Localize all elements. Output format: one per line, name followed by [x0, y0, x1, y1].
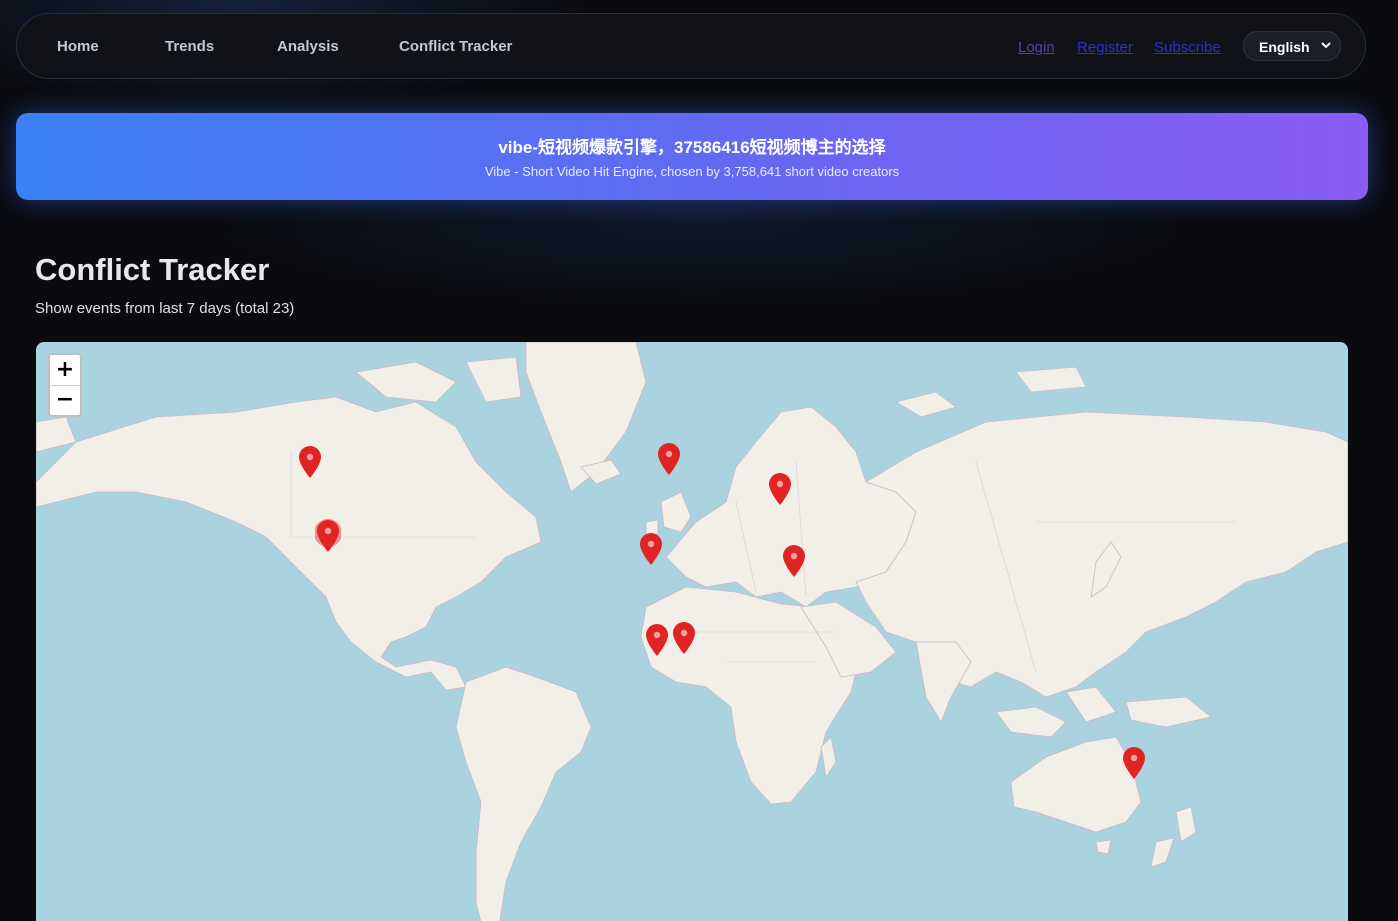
marker-usa[interactable] — [313, 518, 342, 553]
nav-trends[interactable]: Trends — [165, 38, 214, 55]
map-pin-icon — [769, 472, 792, 505]
marker-uk[interactable] — [656, 442, 682, 476]
language-select-value: English — [1259, 39, 1310, 55]
map-pin-icon — [783, 545, 806, 578]
nav-conflict-tracker[interactable]: Conflict Tracker — [399, 38, 512, 55]
marker-ukraine[interactable] — [767, 472, 793, 506]
map-pin-icon — [639, 532, 662, 565]
zoom-control: + − — [48, 353, 82, 417]
map-pin-icon — [1122, 747, 1145, 780]
banner-subtitle: Vibe - Short Video Hit Engine, chosen by… — [484, 164, 900, 179]
login-link[interactable]: Login — [1018, 39, 1055, 56]
subscribe-link[interactable]: Subscribe — [1154, 39, 1221, 56]
marker-west-africa-1[interactable] — [644, 623, 670, 657]
nav-analysis[interactable]: Analysis — [277, 38, 339, 55]
conflict-map[interactable]: + − — [36, 342, 1348, 921]
page-title: Conflict Tracker — [35, 252, 270, 287]
map-pin-icon — [657, 442, 680, 475]
map-pin-icon — [673, 622, 696, 655]
nav-home[interactable]: Home — [57, 38, 99, 55]
marker-middle-east[interactable] — [781, 544, 807, 578]
marker-morocco[interactable] — [638, 532, 664, 566]
map-pin-icon — [645, 623, 668, 656]
chevron-down-icon — [1321, 42, 1331, 49]
promo-banner[interactable]: vibe-短视频爆款引擎，37586416短视频博主的选择 Vibe - Sho… — [16, 113, 1368, 200]
zoom-out-button[interactable]: − — [50, 385, 80, 415]
marker-west-africa-2[interactable] — [671, 621, 697, 655]
banner-title: vibe-短视频爆款引擎，37586416短视频博主的选择 — [498, 138, 886, 157]
map-pin-icon — [299, 445, 322, 478]
page-subtitle: Show events from last 7 days (total 23) — [35, 300, 295, 317]
register-link[interactable]: Register — [1077, 39, 1133, 56]
zoom-in-button[interactable]: + — [50, 355, 80, 386]
language-select[interactable]: English — [1243, 31, 1341, 61]
map-pin-icon — [313, 518, 342, 552]
marker-australia[interactable] — [1121, 746, 1147, 780]
top-navbar: Home Trends Analysis Conflict Tracker Lo… — [16, 13, 1366, 79]
marker-canada[interactable] — [297, 445, 323, 479]
